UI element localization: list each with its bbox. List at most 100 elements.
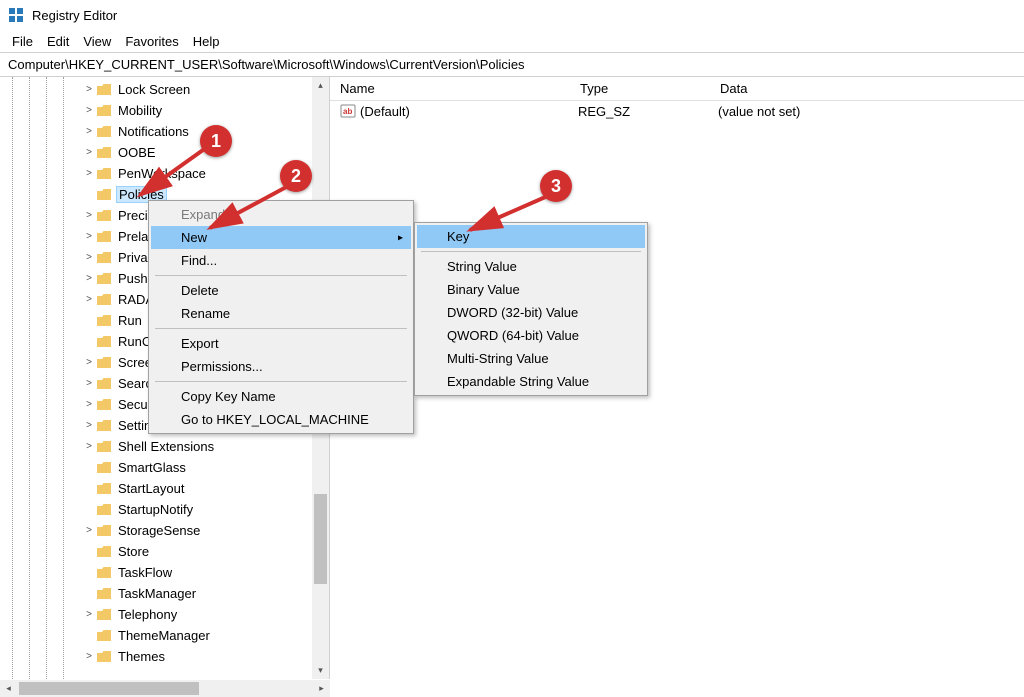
tree-item[interactable]: Store [0,541,329,562]
expand-icon[interactable]: > [82,357,96,368]
scroll-down-icon[interactable]: ▾ [312,662,329,679]
tree-item[interactable]: StartupNotify [0,499,329,520]
tree-item-label: StartupNotify [116,502,195,517]
tree-item-label: Run [116,313,144,328]
scroll-thumb[interactable] [314,494,327,584]
expand-icon[interactable]: > [82,105,96,116]
expand-icon[interactable]: > [82,252,96,263]
col-type[interactable]: Type [580,79,720,98]
ctx-new[interactable]: New ▸ [151,226,411,249]
ctx-separator [421,251,641,252]
expand-icon[interactable]: > [82,609,96,620]
expand-icon[interactable]: > [82,231,96,242]
folder-icon [96,251,112,265]
expand-icon[interactable]: > [82,84,96,95]
sub-key[interactable]: Key [417,225,645,248]
ctx-permissions[interactable]: Permissions... [151,355,411,378]
ctx-rename[interactable]: Rename [151,302,411,325]
tree-item-label: Preci [116,208,150,223]
ctx-delete[interactable]: Delete [151,279,411,302]
expand-icon[interactable]: > [82,126,96,137]
expand-icon[interactable]: > [82,294,96,305]
folder-icon [96,650,112,664]
sub-expand[interactable]: Expandable String Value [417,370,645,393]
tree-item[interactable]: > Telephony [0,604,329,625]
tree-item-label: StartLayout [116,481,187,496]
sub-binary[interactable]: Binary Value [417,278,645,301]
folder-icon [96,419,112,433]
tree-item[interactable]: >OOBE [0,142,329,163]
tree-item-label: Themes [116,649,167,664]
hscroll-thumb[interactable] [19,682,199,695]
expand-icon[interactable]: > [82,525,96,536]
col-name[interactable]: Name [340,79,580,98]
tree-item[interactable]: > Notifications [0,121,329,142]
tree-item[interactable]: >Lock Screen [0,79,329,100]
tree-item-label: Shell Extensions [116,439,216,454]
tree-item[interactable]: TaskFlow [0,562,329,583]
ctx-expand[interactable]: Expand [151,203,411,226]
folder-icon [96,188,112,202]
col-data[interactable]: Data [720,79,1024,98]
tree-item[interactable]: > Themes [0,646,329,667]
folder-icon [96,377,112,391]
tree-item[interactable]: > Shell Extensions [0,436,329,457]
ctx-goto-hklm[interactable]: Go to HKEY_LOCAL_MACHINE [151,408,411,431]
annotation-badge-2: 2 [280,160,312,192]
list-row[interactable]: ab (Default) REG_SZ (value not set) [330,101,1024,121]
tree-item-label: TaskFlow [116,565,174,580]
hscroll-right-icon[interactable]: ▸ [313,680,330,697]
sub-qword[interactable]: QWORD (64-bit) Value [417,324,645,347]
hscroll-left-icon[interactable]: ◂ [0,680,17,697]
sub-multi[interactable]: Multi-String Value [417,347,645,370]
ctx-new-label: New [181,230,207,245]
context-menu: Expand New ▸ Find... Delete Rename Expor… [148,200,414,434]
tree-item[interactable]: SmartGlass [0,457,329,478]
ctx-find[interactable]: Find... [151,249,411,272]
sub-string[interactable]: String Value [417,255,645,278]
expand-icon[interactable]: > [82,147,96,158]
tree-item[interactable]: TaskManager [0,583,329,604]
tree-item-label: ThemeManager [116,628,212,643]
menu-help[interactable]: Help [187,32,226,51]
window-title: Registry Editor [32,8,117,23]
tree-item-label: Telephony [116,607,179,622]
tree-item-label: Priva [116,250,150,265]
menu-favorites[interactable]: Favorites [119,32,184,51]
tree-item-label: Notifications [116,124,191,139]
menu-edit[interactable]: Edit [41,32,75,51]
expand-icon[interactable]: > [82,399,96,410]
list-header[interactable]: Name Type Data [330,77,1024,101]
expand-icon[interactable]: > [82,210,96,221]
tree-item[interactable]: StartLayout [0,478,329,499]
app-icon [8,7,24,23]
folder-icon [96,272,112,286]
tree-item[interactable]: >StorageSense [0,520,329,541]
menu-view[interactable]: View [77,32,117,51]
ctx-separator [155,381,407,382]
scroll-up-icon[interactable]: ▴ [312,77,329,94]
context-submenu-new: Key String Value Binary Value DWORD (32-… [414,222,648,396]
menu-file[interactable]: File [6,32,39,51]
expand-icon[interactable]: > [82,441,96,452]
ctx-export[interactable]: Export [151,332,411,355]
tree-hscroll[interactable]: ◂ ▸ [0,680,330,697]
folder-icon [96,608,112,622]
sub-dword[interactable]: DWORD (32-bit) Value [417,301,645,324]
folder-icon [96,146,112,160]
ctx-copy-key-name[interactable]: Copy Key Name [151,385,411,408]
value-type: REG_SZ [578,104,718,119]
address-bar[interactable]: Computer\HKEY_CURRENT_USER\Software\Micr… [0,52,1024,77]
tree-item[interactable]: >Mobility [0,100,329,121]
tree-item[interactable]: ThemeManager [0,625,329,646]
expand-icon[interactable]: > [82,168,96,179]
expand-icon[interactable]: > [82,378,96,389]
expand-icon[interactable]: > [82,273,96,284]
expand-icon[interactable]: > [82,420,96,431]
expand-icon[interactable]: > [82,651,96,662]
ctx-separator [155,328,407,329]
folder-icon [96,587,112,601]
folder-icon [96,209,112,223]
tree-item-label: Prela [116,229,150,244]
value-name: (Default) [360,104,578,119]
